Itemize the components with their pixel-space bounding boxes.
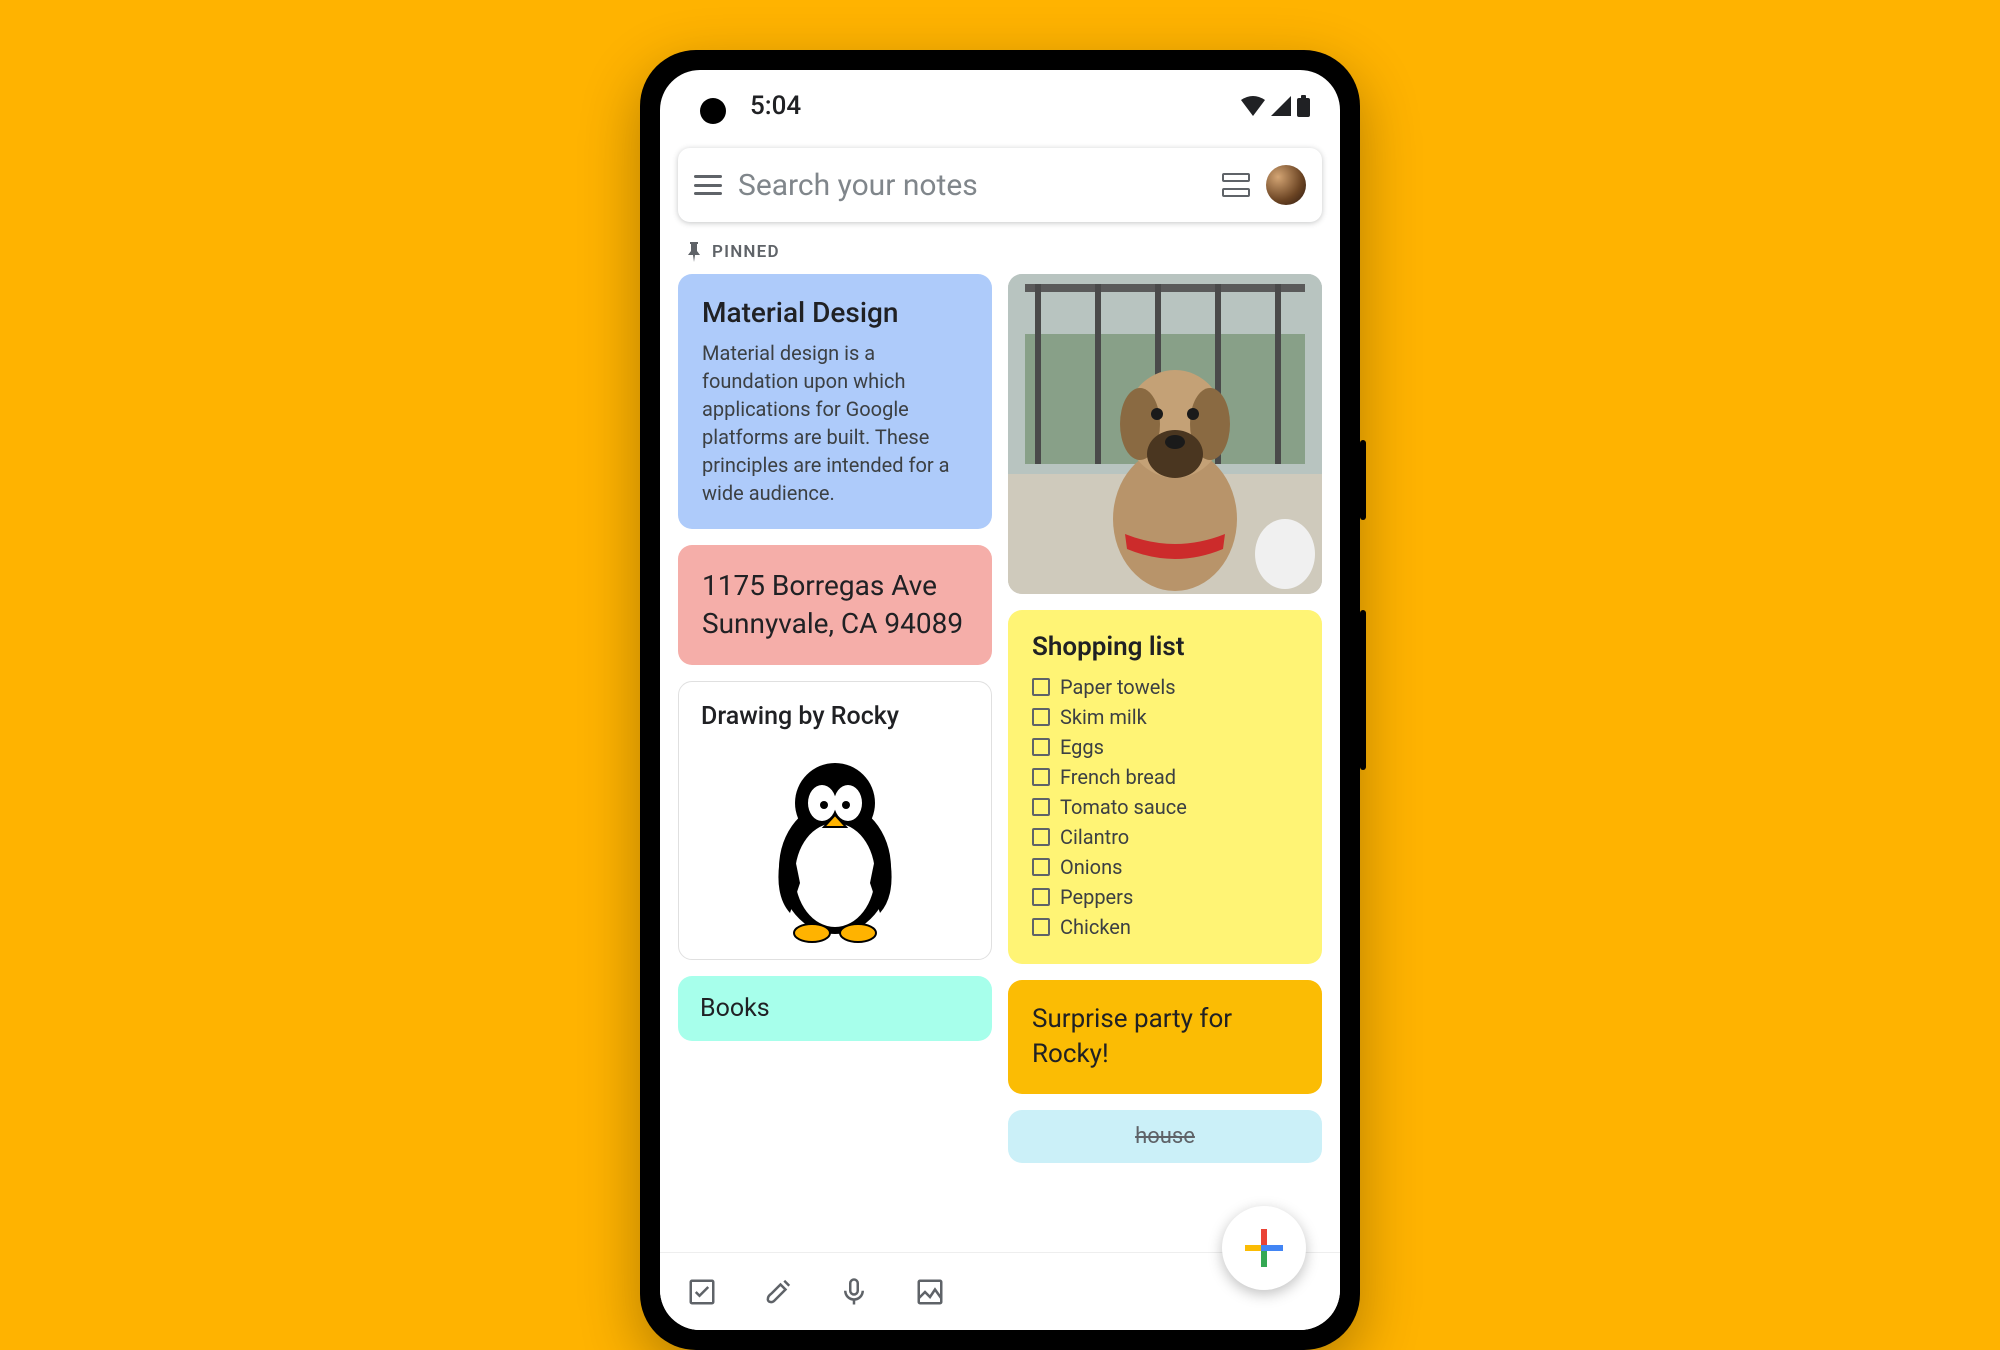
checkbox-icon[interactable]: [1032, 708, 1050, 726]
grid-column-left: Material Design Material design is a fou…: [678, 274, 992, 1163]
list-item[interactable]: Skim milk: [1032, 702, 1298, 732]
list-item[interactable]: French bread: [1032, 762, 1298, 792]
checkbox-icon[interactable]: [1032, 888, 1050, 906]
battery-icon: [1297, 95, 1310, 117]
drawing-canvas: [701, 741, 969, 947]
search-input[interactable]: Search your notes: [738, 168, 1206, 203]
note-lightblue-partial[interactable]: house: [1008, 1110, 1322, 1163]
list-item[interactable]: Chicken: [1032, 912, 1298, 942]
list-item[interactable]: Eggs: [1032, 732, 1298, 762]
checkbox-icon[interactable]: [1032, 828, 1050, 846]
note-drawing[interactable]: Drawing by Rocky: [678, 681, 992, 960]
list-item[interactable]: Tomato sauce: [1032, 792, 1298, 822]
penguin-drawing: [760, 753, 910, 943]
note-body: Material design is a foundation upon whi…: [702, 339, 968, 507]
notes-grid: Material Design Material design is a fou…: [660, 274, 1340, 1163]
phone-frame: 5:04 Search your notes PINNED Material D…: [640, 50, 1360, 1350]
checkbox-icon[interactable]: [1032, 798, 1050, 816]
checkbox-icon[interactable]: [1032, 768, 1050, 786]
front-camera: [700, 98, 726, 124]
brush-tool-icon[interactable]: [762, 1276, 794, 1308]
note-surprise-party[interactable]: Surprise party for Rocky!: [1008, 980, 1322, 1094]
hamburger-icon[interactable]: [694, 175, 722, 195]
wifi-icon: [1241, 96, 1265, 116]
list-item[interactable]: Cilantro: [1032, 822, 1298, 852]
screen: 5:04 Search your notes PINNED Material D…: [660, 70, 1340, 1330]
image-tool-icon[interactable]: [914, 1276, 946, 1308]
status-bar: 5:04: [660, 70, 1340, 142]
pinned-section-header: PINNED: [660, 238, 1340, 274]
checkbox-icon[interactable]: [1032, 678, 1050, 696]
pin-icon: [686, 242, 702, 262]
list-item[interactable]: Onions: [1032, 852, 1298, 882]
dog-photo: [1008, 274, 1322, 594]
checklist: Paper towels Skim milk Eggs French bread…: [1032, 672, 1298, 942]
checkbox-tool-icon[interactable]: [686, 1276, 718, 1308]
item-label: Eggs: [1060, 735, 1104, 759]
checkbox-icon[interactable]: [1032, 858, 1050, 876]
item-label: Peppers: [1060, 885, 1133, 909]
fab-new-note[interactable]: [1222, 1206, 1306, 1290]
plus-icon: [1243, 1227, 1285, 1269]
note-address[interactable]: 1175 Borregas Ave Sunnyvale, CA 94089: [678, 545, 992, 665]
cellular-icon: [1271, 96, 1291, 116]
item-label: Tomato sauce: [1060, 795, 1187, 819]
pinned-label: PINNED: [712, 242, 780, 262]
note-title: Shopping list: [1032, 632, 1298, 662]
note-shopping-list[interactable]: Shopping list Paper towels Skim milk Egg…: [1008, 610, 1322, 964]
item-label: Onions: [1060, 855, 1122, 879]
item-label: Cilantro: [1060, 825, 1129, 849]
status-icons: [1241, 95, 1310, 117]
note-body: 1175 Borregas Ave Sunnyvale, CA 94089: [702, 567, 968, 643]
note-dog-photo[interactable]: [1008, 274, 1322, 594]
item-label: Chicken: [1060, 915, 1131, 939]
view-toggle-icon[interactable]: [1222, 173, 1250, 197]
power-button: [1360, 440, 1366, 520]
avatar[interactable]: [1266, 165, 1306, 205]
item-label: Paper towels: [1060, 675, 1176, 699]
search-bar[interactable]: Search your notes: [678, 148, 1322, 222]
note-title: Books: [700, 994, 970, 1023]
volume-button: [1360, 610, 1366, 770]
note-body: house: [1135, 1124, 1195, 1149]
note-material-design[interactable]: Material Design Material design is a fou…: [678, 274, 992, 529]
clock: 5:04: [750, 91, 801, 121]
list-item[interactable]: Paper towels: [1032, 672, 1298, 702]
item-label: French bread: [1060, 765, 1176, 789]
checkbox-icon[interactable]: [1032, 738, 1050, 756]
item-label: Skim milk: [1060, 705, 1147, 729]
note-body: Surprise party for Rocky!: [1032, 1002, 1298, 1072]
note-books-partial[interactable]: Books: [678, 976, 992, 1041]
grid-column-right: Shopping list Paper towels Skim milk Egg…: [1008, 274, 1322, 1163]
note-title: Drawing by Rocky: [701, 702, 969, 731]
checkbox-icon[interactable]: [1032, 918, 1050, 936]
note-title: Material Design: [702, 296, 968, 329]
list-item[interactable]: Peppers: [1032, 882, 1298, 912]
mic-tool-icon[interactable]: [838, 1276, 870, 1308]
